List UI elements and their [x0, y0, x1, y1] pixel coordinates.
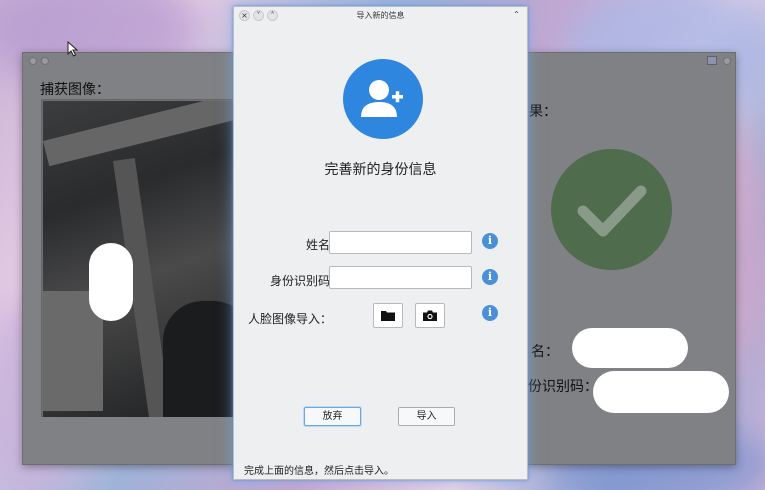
dialog-titlebar: × ˅ ˄ 导入新的信息 ⌃	[234, 7, 527, 25]
redacted-id	[593, 371, 729, 413]
import-from-file-button[interactable]	[373, 303, 403, 328]
main-restore-icon[interactable]	[707, 56, 717, 65]
checkmark-icon	[577, 185, 647, 237]
main-close-right-icon[interactable]	[723, 57, 731, 65]
result-status	[551, 149, 672, 270]
name-info-icon[interactable]: i	[482, 233, 498, 249]
redacted-name	[572, 328, 688, 368]
id-info-icon[interactable]: i	[482, 269, 498, 285]
id-label: 身份识别码：	[269, 274, 342, 288]
capture-label: 捕获图像：	[40, 82, 110, 98]
redaction-blob	[89, 243, 133, 321]
bg-name-label: 名：	[531, 344, 559, 360]
face-info-icon[interactable]: i	[482, 305, 498, 321]
camera-view	[43, 101, 239, 417]
dialog-title: 导入新的信息	[356, 11, 405, 20]
camera-icon	[423, 310, 437, 321]
main-minimize-icon[interactable]	[41, 57, 49, 65]
mouse-pointer-icon	[67, 41, 79, 57]
bg-id-label: 份识别码：	[528, 379, 598, 395]
discard-button[interactable]: 放弃	[304, 407, 361, 426]
capture-from-camera-button[interactable]	[415, 303, 445, 328]
avatar	[343, 59, 423, 139]
name-input[interactable]	[329, 231, 472, 254]
id-input[interactable]	[329, 266, 472, 289]
keep-above-icon[interactable]: ⌃	[511, 10, 522, 21]
face-label: 人脸图像导入：	[248, 312, 333, 326]
main-close-icon[interactable]	[29, 57, 37, 65]
import-button[interactable]: 导入	[398, 407, 455, 426]
dialog-heading: 完善新的身份信息	[324, 162, 437, 178]
add-user-icon	[361, 80, 403, 117]
import-dialog: × ˅ ˄ 导入新的信息 ⌃ 完善新的身份信息 姓名： i 身份识别码： i 人…	[233, 6, 528, 480]
folder-icon	[381, 311, 395, 321]
status-bar-text: 完成上面的信息，然后点击导入。	[244, 466, 394, 477]
